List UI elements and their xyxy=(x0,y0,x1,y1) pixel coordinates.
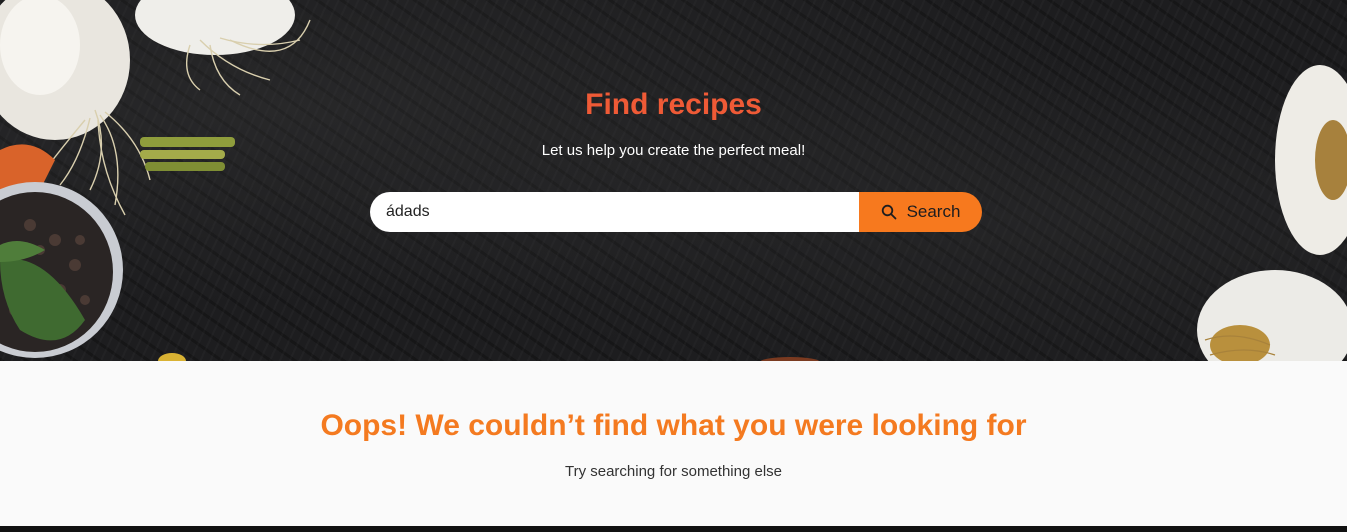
hero-subtitle: Let us help you create the perfect meal! xyxy=(541,142,806,159)
food-decoration-image xyxy=(0,0,1347,361)
search-button-label: Search xyxy=(906,202,961,221)
hero-banner: Find recipes Let us help you create the … xyxy=(0,0,1347,361)
search-button[interactable]: Search xyxy=(859,192,982,232)
results-section: Oops! We couldn’t find what you were loo… xyxy=(0,361,1347,526)
recipe-search-form: Search xyxy=(370,192,982,232)
no-results-title: Oops! We couldn’t find what you were loo… xyxy=(320,409,1027,442)
search-input[interactable] xyxy=(370,192,859,232)
footer-edge xyxy=(0,526,1347,532)
search-icon xyxy=(881,204,897,220)
hero-title: Find recipes xyxy=(585,88,762,121)
no-results-hint: Try searching for something else xyxy=(564,463,783,480)
